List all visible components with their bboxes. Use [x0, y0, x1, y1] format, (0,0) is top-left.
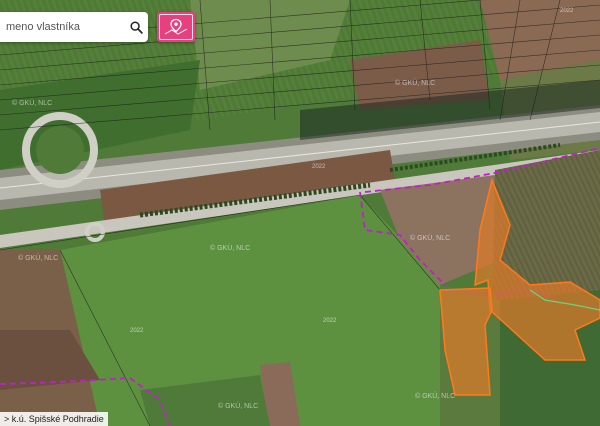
cadastral-area-label: > k.ú. Spišské Podhradie: [0, 412, 108, 426]
map-pin-icon: [159, 14, 193, 40]
watermark: © GKÚ, NLC: [210, 243, 250, 252]
owner-search-input[interactable]: [0, 13, 124, 41]
watermark: © GKÚ, NLC: [12, 98, 52, 107]
watermark: © GKÚ, NLC: [410, 233, 450, 242]
year-label: 2022: [560, 8, 574, 14]
watermark: © GKÚ, NLC: [415, 391, 455, 400]
roundabout-island: [36, 126, 84, 174]
map-canvas[interactable]: © GKÚ, NLC © GKÚ, NLC © GKÚ, NLC © GKÚ, …: [0, 0, 600, 426]
year-label: 2022: [130, 328, 144, 334]
search-icon[interactable]: [124, 13, 148, 41]
watermark: © GKÚ, NLC: [395, 78, 435, 87]
watermark: © GKÚ, NLC: [218, 401, 258, 410]
watermark: © GKÚ, NLC: [18, 253, 58, 262]
locate-on-map-button[interactable]: [157, 12, 195, 42]
owner-search-box: [0, 12, 148, 42]
year-label: 2022: [323, 318, 337, 324]
year-label: 2022: [312, 164, 326, 170]
